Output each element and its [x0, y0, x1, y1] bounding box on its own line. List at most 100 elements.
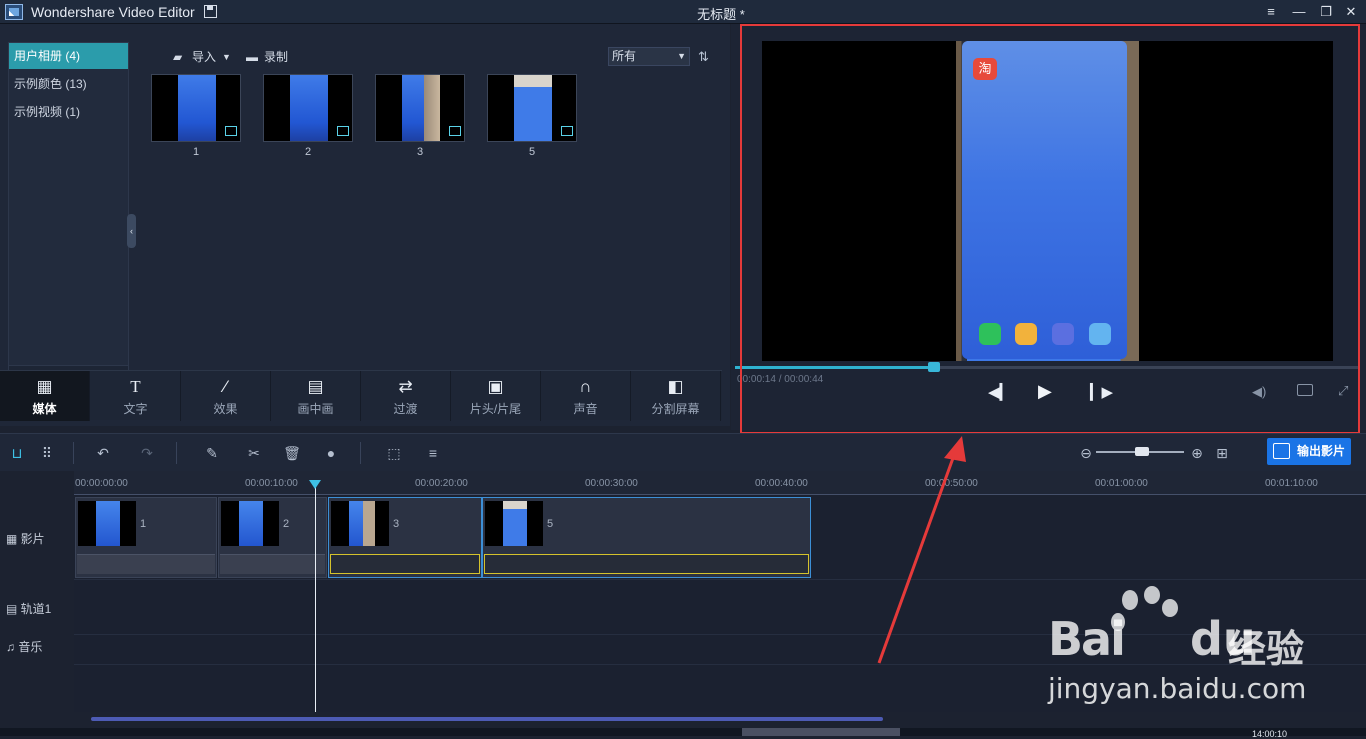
film-icon — [225, 126, 237, 136]
video-track-label: ▦ 影片 — [6, 532, 45, 546]
tab-label: 片头/片尾 — [469, 402, 522, 416]
import-button[interactable]: 导入 — [192, 46, 216, 68]
zoom-out-icon[interactable]: ⊖ — [1077, 444, 1095, 462]
zoom-slider-knob[interactable] — [1135, 447, 1149, 456]
text-icon: T — [130, 377, 141, 396]
undo-icon[interactable]: ↶ — [94, 444, 112, 462]
media-item[interactable] — [151, 74, 241, 142]
tab-label: 画中画 — [297, 402, 334, 416]
clip-audio[interactable] — [220, 554, 325, 574]
taskbar-item — [742, 728, 900, 736]
clapper-icon: ▣ — [487, 377, 504, 396]
magic-wand-icon: ⁄ — [224, 377, 227, 396]
ruler-label: 00:00:40:00 — [755, 478, 808, 489]
media-item[interactable] — [375, 74, 465, 142]
clip-label: 1 — [140, 518, 147, 530]
storyboard-view-icon[interactable]: ⠿ — [38, 444, 56, 462]
export-label: 输出影片 — [1297, 444, 1346, 458]
timeline-clip[interactable]: 1 — [75, 497, 217, 578]
taskbar-strip — [0, 728, 1366, 736]
film-icon — [561, 126, 573, 136]
tab-intro-credits[interactable]: ▣ 片头/片尾 — [451, 371, 541, 421]
ruler-label: 00:01:10:00 — [1265, 478, 1318, 489]
timeline-clip[interactable]: 3 — [328, 497, 482, 578]
timeline-clip[interactable]: 2 — [218, 497, 327, 578]
tab-split-screen[interactable]: ◧ 分割屏幕 — [631, 371, 721, 421]
thumbnail-image — [178, 75, 216, 141]
clip-audio[interactable] — [77, 554, 215, 574]
watermark-brand: Bai — [1048, 612, 1126, 666]
timeline-ruler[interactable]: 00:00:00:00 00:00:10:00 00:00:20:00 00:0… — [74, 471, 1366, 495]
clip-thumbnail — [331, 501, 389, 546]
ruler-label: 00:01:00:00 — [1095, 478, 1148, 489]
media-item[interactable] — [263, 74, 353, 142]
menu-icon[interactable]: ≡ — [1263, 4, 1279, 20]
settings-icon[interactable]: ≡ — [424, 444, 442, 462]
film-icon — [449, 126, 461, 136]
thumbnail-image — [349, 501, 363, 546]
close-button[interactable]: ✕ — [1343, 4, 1359, 20]
track-labels: ▦ 影片 ▤ 轨道1 ♫ 音乐 — [0, 471, 74, 712]
horizontal-scrollbar[interactable] — [91, 717, 883, 721]
timeline-view-icon[interactable]: ⊔ — [8, 444, 26, 462]
tab-effects[interactable]: ⁄ 效果 — [181, 371, 271, 421]
clip-thumbnail — [221, 501, 279, 546]
film-icon — [337, 126, 349, 136]
chevron-down-icon[interactable]: ▼ — [222, 46, 231, 68]
tab-pip[interactable]: ▤ 画中画 — [271, 371, 361, 421]
crop-icon[interactable]: ⬚ — [385, 444, 403, 462]
thumbnail-image — [503, 501, 527, 546]
restore-button[interactable]: ❐ — [1318, 4, 1334, 20]
delete-icon[interactable]: 🗑 — [283, 444, 301, 462]
timeline-clip[interactable]: 5 — [482, 497, 811, 578]
tab-label: 分割屏幕 — [651, 402, 700, 416]
edit-icon[interactable]: ✎ — [203, 444, 221, 462]
microphone-icon[interactable]: ● — [322, 444, 340, 462]
album-item-user[interactable]: 用户相册 (4) — [9, 43, 128, 69]
tab-media[interactable]: ▦ 媒体 — [0, 371, 90, 421]
tab-label: 声音 — [573, 402, 598, 416]
camera-icon: ▬ — [246, 50, 258, 64]
clip-audio[interactable] — [484, 554, 809, 574]
pip-icon: ▤ — [307, 377, 324, 396]
sort-icon[interactable]: ⇅ — [698, 49, 714, 65]
clip-audio[interactable] — [330, 554, 480, 574]
redo-icon[interactable]: ↷ — [138, 444, 156, 462]
album-item-sample-video[interactable]: 示例视频 (1) — [9, 99, 128, 125]
collapse-handle[interactable]: ‹ — [127, 214, 136, 248]
media-item-label: 2 — [304, 146, 312, 158]
playhead[interactable] — [315, 487, 316, 712]
clip-label: 5 — [547, 518, 554, 530]
watermark-brand-cn: 经验 — [1228, 629, 1305, 671]
highlight-box — [740, 24, 1360, 434]
split-screen-icon: ◧ — [667, 377, 684, 396]
ruler-label: 00:00:10:00 — [245, 478, 298, 489]
minimize-button[interactable]: — — [1291, 4, 1307, 20]
tab-text[interactable]: T 文字 — [91, 371, 181, 421]
transition-icon: ⇄ — [398, 377, 413, 396]
clip-label: 3 — [393, 518, 400, 530]
fit-timeline-icon[interactable]: ⊞ — [1213, 444, 1231, 462]
album-item-sample-colors[interactable]: 示例颜色 (13) — [9, 71, 128, 97]
overlay-track-label: ▤ 轨道1 — [6, 602, 52, 616]
tab-sound[interactable]: ∩ 声音 — [541, 371, 631, 421]
tab-transition[interactable]: ⇄ 过渡 — [361, 371, 451, 421]
zoom-in-icon[interactable]: ⊕ — [1188, 444, 1206, 462]
playhead-handle[interactable] — [309, 480, 321, 489]
cut-icon[interactable]: ✂ — [245, 444, 263, 462]
title-bar: Wondershare Video Editor 无标题 * ≡ — ❐ ✕ — [0, 0, 1366, 24]
divider — [360, 442, 361, 464]
album-list: 用户相册 (4) 示例颜色 (13) 示例视频 (1) — [8, 42, 129, 366]
track-name: 音乐 — [18, 640, 43, 654]
thumbnail-image — [514, 75, 552, 141]
ruler-label: 00:00:30:00 — [585, 478, 638, 489]
export-button[interactable]: 输出影片 — [1267, 438, 1351, 465]
media-item-label: 1 — [192, 146, 200, 158]
filter-select[interactable]: 所有 ▼ — [608, 47, 690, 66]
watermark-url: jingyan.baidu.com — [1048, 672, 1307, 705]
thumbnail-image — [363, 501, 375, 546]
library-panel: 用户相册 (4) 示例颜色 (13) 示例视频 (1) ‹ ▰ 导入 ▼ ▬ 录… — [0, 24, 730, 426]
media-item[interactable] — [487, 74, 577, 142]
record-button[interactable]: 录制 — [264, 46, 288, 68]
track-name: 影片 — [20, 532, 45, 546]
